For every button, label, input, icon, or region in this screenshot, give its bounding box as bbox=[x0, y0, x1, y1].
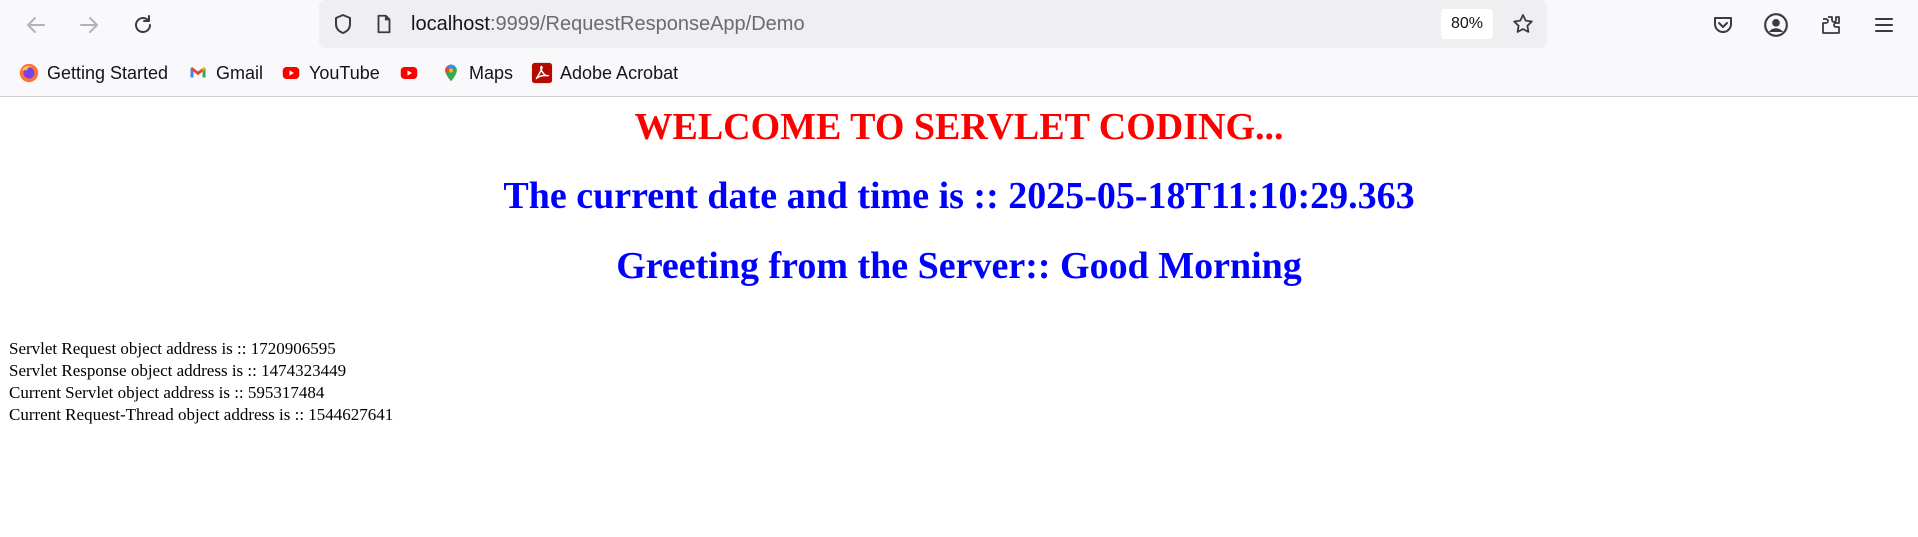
servlet-address-line: Current Servlet object address is :: 595… bbox=[9, 383, 325, 402]
browser-toolbar: localhost:9999/RequestResponseApp/Demo 8… bbox=[0, 0, 1918, 50]
zoom-indicator[interactable]: 80% bbox=[1441, 9, 1493, 39]
url-host: localhost bbox=[411, 13, 490, 35]
bookmark-star-icon[interactable] bbox=[1511, 12, 1535, 36]
bookmark-label: Gmail bbox=[216, 62, 264, 83]
bookmark-getting-started[interactable]: Getting Started bbox=[17, 61, 168, 85]
bookmark-gmail[interactable]: Gmail bbox=[186, 61, 263, 85]
hamburger-menu-icon[interactable] bbox=[1871, 12, 1897, 38]
thread-address-line: Current Request-Thread object address is… bbox=[9, 405, 394, 424]
bookmark-youtube[interactable]: YouTube bbox=[279, 61, 380, 85]
bookmark-label: YouTube bbox=[309, 62, 380, 83]
bookmark-adobe-acrobat[interactable]: Adobe Acrobat bbox=[530, 61, 678, 85]
maps-pin-icon bbox=[439, 61, 463, 85]
forward-arrow-icon[interactable] bbox=[71, 7, 107, 43]
account-icon[interactable] bbox=[1763, 12, 1789, 38]
acrobat-icon bbox=[530, 61, 554, 85]
page-info-icon[interactable] bbox=[372, 12, 396, 36]
response-address-line: Servlet Response object address is :: 14… bbox=[9, 361, 347, 380]
youtube-icon bbox=[397, 61, 421, 85]
pocket-icon[interactable] bbox=[1710, 12, 1736, 38]
bookmark-label: Adobe Acrobat bbox=[560, 62, 679, 83]
tracking-shield-icon[interactable] bbox=[331, 12, 355, 36]
reload-icon[interactable] bbox=[125, 7, 161, 43]
bookmark-label: Maps bbox=[469, 62, 514, 83]
bookmark-maps[interactable]: Maps bbox=[439, 61, 513, 85]
page-content: WELCOME TO SERVLET CODING... The current… bbox=[0, 97, 1918, 537]
bookmark-youtube-2[interactable] bbox=[397, 61, 427, 85]
welcome-heading: WELCOME TO SERVLET CODING... bbox=[634, 106, 1284, 148]
extensions-icon[interactable] bbox=[1818, 12, 1844, 38]
request-address-line: Servlet Request object address is :: 172… bbox=[9, 339, 336, 358]
object-address-list: Servlet Request object address is :: 172… bbox=[9, 338, 393, 426]
url-text[interactable]: localhost:9999/RequestResponseApp/Demo bbox=[411, 12, 805, 36]
youtube-icon bbox=[279, 61, 303, 85]
url-path: :9999/RequestResponseApp/Demo bbox=[489, 13, 805, 35]
bookmarks-toolbar: Getting Started Gmail YouTube Maps Adobe… bbox=[0, 50, 1918, 97]
greeting-heading: Greeting from the Server:: Good Morning bbox=[616, 245, 1302, 287]
url-bar[interactable]: localhost:9999/RequestResponseApp/Demo 8… bbox=[319, 0, 1547, 48]
gmail-icon bbox=[186, 61, 210, 85]
back-arrow-icon[interactable] bbox=[18, 7, 54, 43]
bookmark-label: Getting Started bbox=[47, 62, 169, 83]
datetime-heading: The current date and time is :: 2025-05-… bbox=[503, 175, 1415, 217]
firefox-icon bbox=[17, 61, 41, 85]
